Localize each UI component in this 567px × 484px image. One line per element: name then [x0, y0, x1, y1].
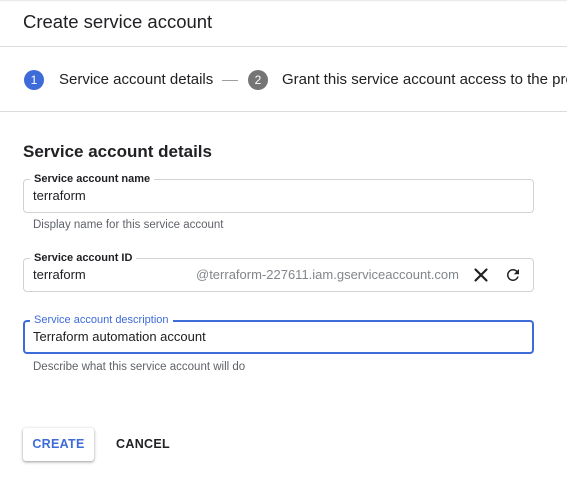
page-title: Create service account [23, 11, 213, 32]
step-2-badge[interactable]: 2 [248, 70, 268, 90]
step-1-label[interactable]: Service account details [59, 71, 213, 89]
service-account-id-field[interactable]: Service account ID terraform @terraform-… [23, 251, 534, 292]
service-account-id-domain-suffix: @terraform-227611.iam.gserviceaccount.co… [196, 267, 459, 282]
step-1-badge[interactable]: 1 [24, 70, 44, 90]
service-account-name-hint: Display name for this service account [33, 219, 224, 231]
service-account-id-value[interactable]: terraform [33, 259, 86, 291]
service-account-name-field[interactable]: Service account name terraform [23, 172, 534, 213]
service-account-description-value[interactable]: Terraform automation account [33, 321, 206, 353]
step-2-label[interactable]: Grant this service account access to the… [282, 71, 567, 89]
create-service-account-page: Create service account 1 Service account… [0, 0, 567, 484]
cancel-button[interactable]: CANCEL [110, 428, 176, 461]
step-connector [222, 80, 238, 81]
close-icon[interactable] [472, 266, 490, 284]
stepper: 1 Service account details 2 Grant this s… [0, 46, 567, 111]
service-account-description-field[interactable]: Service account description Terraform au… [23, 313, 534, 354]
create-button[interactable]: CREATE [23, 428, 94, 461]
refresh-icon[interactable] [504, 266, 522, 284]
stepper-divider [0, 111, 567, 112]
top-shadow [0, 0, 567, 2]
section-title: Service account details [23, 142, 212, 161]
service-account-description-hint: Describe what this service account will … [33, 361, 246, 373]
service-account-name-value[interactable]: terraform [33, 180, 86, 212]
